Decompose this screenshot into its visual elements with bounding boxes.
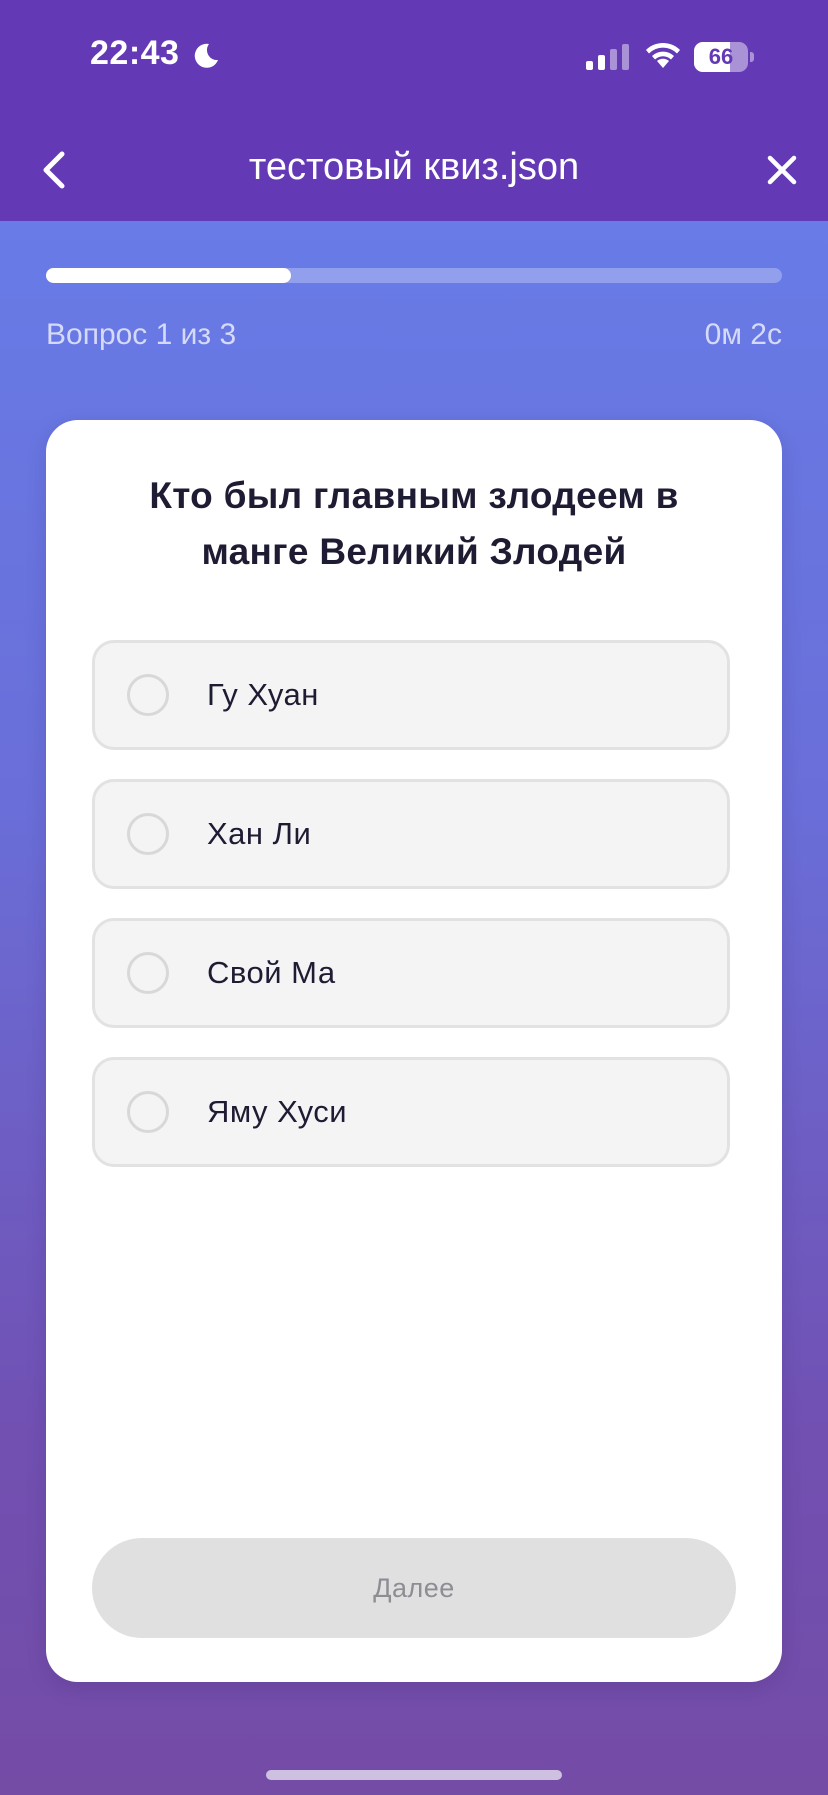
battery-tip — [750, 52, 754, 62]
answer-option-label: Яму Хуси — [207, 1094, 348, 1129]
radio-icon[interactable] — [127, 1091, 169, 1133]
home-indicator[interactable] — [266, 1770, 562, 1780]
answer-option-label: Хан Ли — [207, 816, 312, 851]
question-text: Кто был главным злодеем в манге Великий … — [149, 475, 679, 572]
radio-icon[interactable] — [127, 813, 169, 855]
wifi-icon — [646, 42, 680, 68]
close-button[interactable] — [760, 148, 804, 192]
question-counter: Вопрос 1 из 3 — [46, 318, 237, 351]
next-button[interactable]: Далее — [92, 1538, 736, 1638]
progress-bar — [46, 268, 782, 283]
back-button[interactable] — [34, 140, 74, 200]
answer-option[interactable]: Яму Хуси — [92, 1057, 730, 1167]
answer-option[interactable]: Гу Хуан — [92, 640, 730, 750]
page-title: тестовый квиз.json — [248, 146, 580, 188]
battery-body: 66 — [694, 42, 748, 72]
status-time: 22:43 — [90, 34, 180, 72]
question-card: Кто был главным злодеем в манге Великий … — [46, 420, 782, 1682]
radio-icon[interactable] — [127, 952, 169, 994]
signal-icon — [586, 44, 629, 70]
answer-option-label: Гу Хуан — [207, 677, 319, 712]
radio-icon[interactable] — [127, 674, 169, 716]
chevron-left-icon — [43, 151, 65, 189]
close-icon — [767, 155, 797, 185]
timer: 0м 2с — [704, 318, 782, 351]
quiz-screen: 22:43 66 тестовый квиз.json Вопрос 1 из … — [0, 0, 828, 1795]
battery-level: 66 — [708, 44, 734, 69]
battery-icon: 66 — [694, 42, 754, 72]
progress-fill — [46, 268, 292, 283]
answer-option[interactable]: Свой Ма — [92, 918, 730, 1028]
answer-option-label: Свой Ма — [207, 955, 336, 990]
moon-icon — [194, 43, 218, 68]
answer-option[interactable]: Хан Ли — [92, 779, 730, 889]
